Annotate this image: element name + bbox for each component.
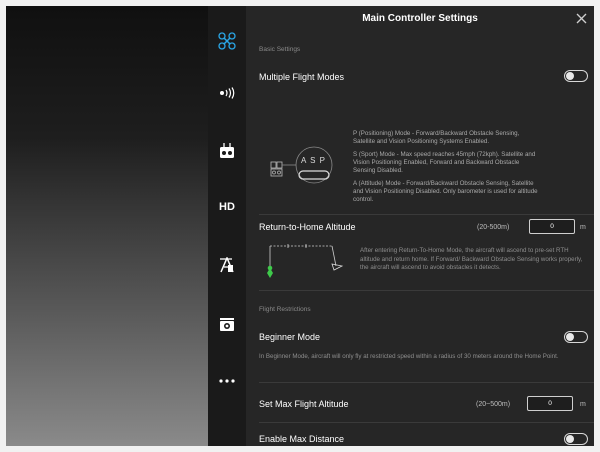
multiple-flight-modes-label: Multiple Flight Modes bbox=[259, 72, 345, 82]
battery-icon[interactable] bbox=[208, 252, 246, 278]
camera-icon[interactable] bbox=[208, 311, 246, 337]
max-distance-label: Enable Max Distance bbox=[259, 434, 345, 444]
multiple-flight-modes-toggle[interactable] bbox=[564, 70, 588, 82]
signal-icon[interactable] bbox=[208, 80, 246, 106]
max-altitude-unit: m bbox=[580, 401, 586, 408]
rth-altitude-range: (20-500m) bbox=[477, 224, 510, 231]
beginner-mode-toggle[interactable] bbox=[564, 331, 588, 343]
page-title: Main Controller Settings bbox=[362, 13, 478, 24]
flight-restrictions-label: Flight Restrictions bbox=[259, 306, 311, 313]
aircraft-icon[interactable] bbox=[208, 28, 246, 54]
divider bbox=[259, 382, 594, 383]
hd-icon[interactable]: HD bbox=[208, 194, 246, 220]
settings-panel: Main Controller Settings Basic Settings … bbox=[246, 6, 594, 446]
rth-altitude-description: After entering Return-To-Home Mode, the … bbox=[360, 247, 583, 271]
close-icon[interactable] bbox=[574, 11, 588, 25]
max-altitude-label: Set Max Flight Altitude bbox=[259, 399, 349, 409]
divider bbox=[259, 422, 594, 423]
settings-sidebar: HD bbox=[208, 6, 246, 446]
flight-mode-letters: A S P bbox=[301, 156, 327, 165]
rth-altitude-input[interactable] bbox=[529, 219, 575, 234]
max-distance-toggle[interactable] bbox=[564, 433, 588, 445]
max-altitude-input[interactable] bbox=[527, 396, 573, 411]
p-mode-description: P (Positioning) Mode - Forward/Backward … bbox=[353, 130, 520, 145]
remote-controller-icon[interactable] bbox=[208, 138, 246, 164]
max-altitude-range: (20~500m) bbox=[476, 401, 511, 408]
divider bbox=[259, 214, 594, 215]
divider bbox=[259, 290, 594, 291]
a-mode-description: A (Attitude) Mode - Forward/Backward Obs… bbox=[353, 180, 538, 203]
rth-altitude-unit: m bbox=[580, 224, 586, 231]
app-frame: HD Main Controller Settings Basic Settin… bbox=[6, 6, 594, 446]
camera-view[interactable] bbox=[6, 6, 208, 446]
beginner-mode-label: Beginner Mode bbox=[259, 332, 321, 342]
beginner-mode-description: In Beginner Mode, aircraft will only fly… bbox=[259, 353, 559, 360]
flight-mode-switch-illustration: A S P bbox=[268, 146, 336, 188]
basic-settings-label: Basic Settings bbox=[259, 46, 301, 53]
rth-altitude-label: Return-to-Home Altitude bbox=[259, 222, 356, 232]
s-mode-description: S (Sport) Mode - Max speed reaches 45mph… bbox=[353, 151, 536, 174]
more-icon[interactable] bbox=[208, 368, 246, 394]
rth-diagram bbox=[260, 240, 346, 280]
